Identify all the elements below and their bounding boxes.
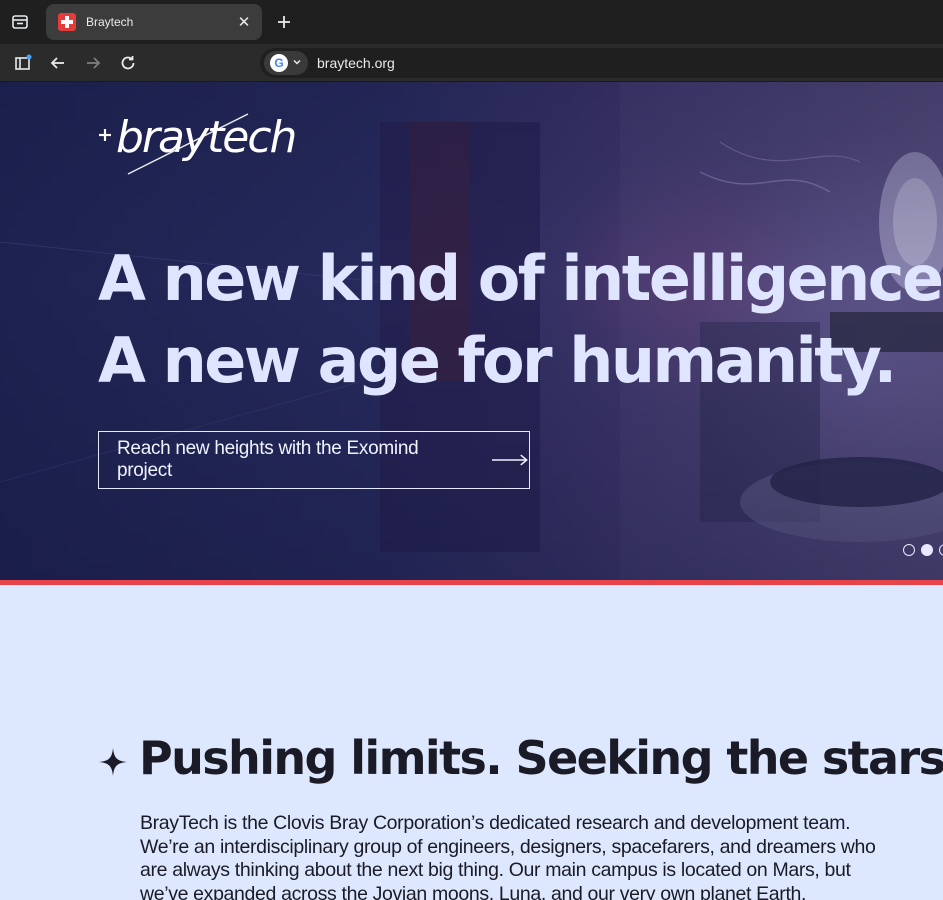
url-text[interactable]: braytech.org [317,55,395,71]
arrow-left-icon[interactable] [44,49,72,77]
chevron-down-icon [292,54,302,72]
exomind-cta-button[interactable]: Reach new heights with the Exomind proje… [98,431,530,489]
close-icon[interactable]: ✕ [232,10,256,34]
plus-icon[interactable] [270,8,298,36]
long-arrow-right-icon [492,454,529,466]
google-icon: G [270,54,288,72]
carousel-dot[interactable] [939,544,943,556]
browser-tab-strip: Braytech ✕ [0,0,943,44]
intro-section: Pushing limits. Seeking the stars. BrayT… [0,585,943,900]
section-title: Pushing limits. Seeking the stars. [139,731,943,785]
hero-headline-line-2: A new age for humanity. [98,324,897,397]
hero-banner: braytech A new kind of intelligence. A n… [0,82,943,581]
hero-headline-line-1: A new kind of intelligence. [98,242,943,315]
logo-slash-mark [127,113,249,175]
braytech-favicon-icon [58,13,76,31]
sidebar-icon[interactable] [9,49,37,77]
tab-search-icon[interactable] [6,8,34,36]
site-info-chip[interactable]: G [264,51,308,75]
sparkle-icon [99,748,127,776]
carousel-dot-active[interactable] [921,544,933,556]
reload-icon[interactable] [114,49,142,77]
carousel-dot[interactable] [903,544,915,556]
logo-plus-icon [99,129,111,141]
braytech-logo[interactable]: braytech [98,110,297,176]
browser-toolbar: G braytech.org [0,44,943,82]
arrow-right-icon[interactable] [79,49,107,77]
tab-title: Braytech [86,15,134,29]
carousel-indicators [903,544,943,556]
cta-label: Reach new heights with the Exomind proje… [117,438,419,481]
browser-tab-active[interactable]: Braytech ✕ [46,4,262,40]
address-bar[interactable]: G braytech.org [260,48,943,78]
section-body: BrayTech is the Clovis Bray Corporation’… [140,812,876,900]
